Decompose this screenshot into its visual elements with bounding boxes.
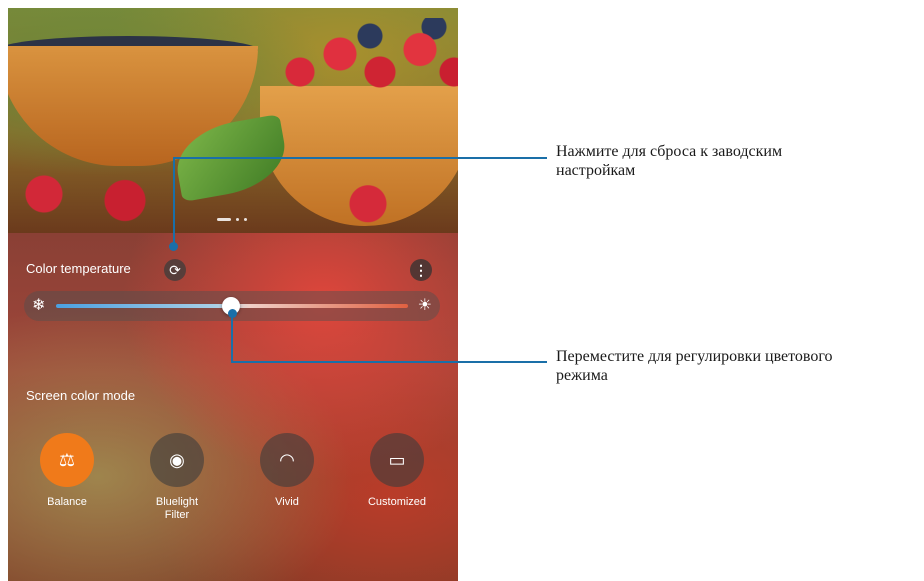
- sun-icon: ☀: [417, 297, 432, 314]
- splendid-panel: Color temperature ⟳ ⋮ ❄ ☀ Screen color m…: [8, 233, 458, 581]
- slider-callout-text: Переместите для регулировки цветового ре…: [556, 348, 833, 384]
- slider-callout-horizontal: [231, 361, 547, 363]
- mode-label: Balance: [47, 496, 87, 508]
- eye-shield-icon: ◉: [150, 433, 204, 487]
- mode-label: Customized: [367, 496, 427, 508]
- reset-callout-text: Нажмите для сброса к заводским настройка…: [556, 143, 783, 179]
- mode-vivid[interactable]: ◠ Vivid: [237, 433, 337, 509]
- screen-settings-icon: ▭: [370, 433, 424, 487]
- mode-list: ⚖ Balance ◉ Bluelight Filter ◠ Vivid ▭ C…: [8, 433, 458, 533]
- page-indicator: [217, 218, 247, 221]
- mode-label: Vivid: [275, 496, 299, 508]
- reset-button[interactable]: ⟳: [164, 259, 186, 281]
- overflow-menu-button[interactable]: ⋮: [410, 259, 432, 281]
- loose-raspberries: [8, 168, 458, 233]
- balance-icon: ⚖: [40, 433, 94, 487]
- rainbow-icon: ◠: [260, 433, 314, 487]
- reset-callout-vertical: [173, 157, 175, 245]
- mode-balance[interactable]: ⚖ Balance: [17, 433, 117, 509]
- wallpaper-photo: [8, 8, 458, 233]
- more-vert-icon: ⋮: [414, 262, 428, 278]
- color-temperature-label: Color temperature: [26, 261, 131, 276]
- mode-label: Bluelight Filter: [155, 496, 199, 521]
- raspberries: [270, 18, 458, 108]
- screen-color-mode-label: Screen color mode: [26, 388, 136, 403]
- reset-callout-horizontal: [173, 157, 547, 159]
- slider-callout-vertical: [231, 312, 233, 362]
- refresh-icon: ⟳: [169, 262, 181, 278]
- device-screen: Color temperature ⟳ ⋮ ❄ ☀ Screen color m…: [8, 8, 458, 581]
- mode-bluelight-filter[interactable]: ◉ Bluelight Filter: [127, 433, 227, 522]
- mode-customized[interactable]: ▭ Customized: [347, 433, 447, 509]
- snowflake-icon: ❄: [32, 297, 46, 314]
